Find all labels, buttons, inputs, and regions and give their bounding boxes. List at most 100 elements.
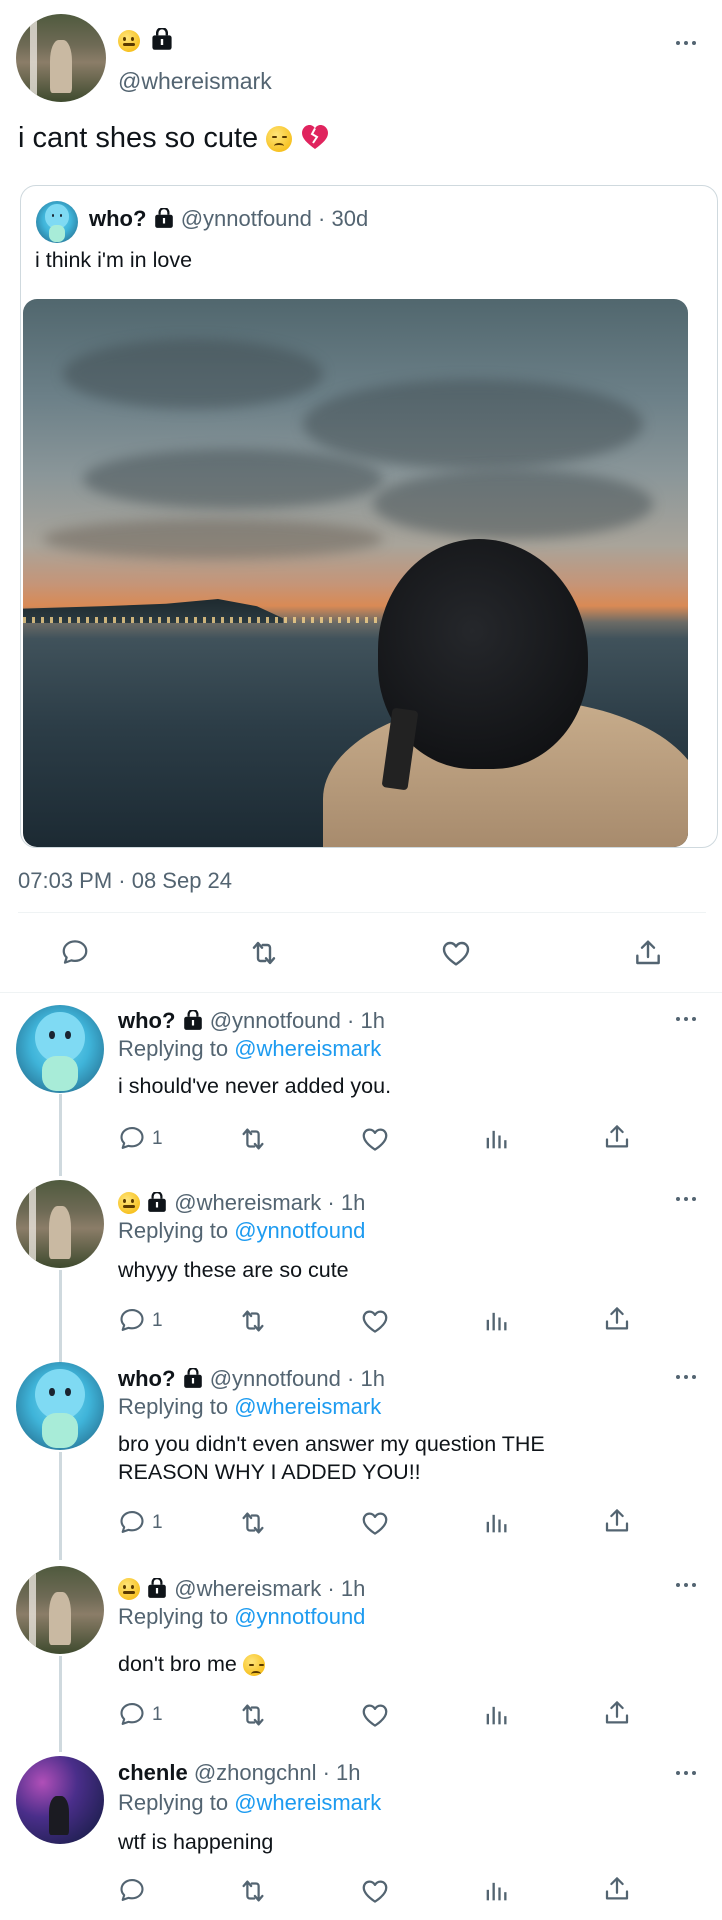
mending-heart-emoji-icon bbox=[302, 125, 329, 149]
views-icon[interactable] bbox=[482, 1124, 510, 1154]
replying-to: Replying to @ynnotfound bbox=[118, 1218, 366, 1243]
views-icon[interactable] bbox=[482, 1700, 510, 1730]
reply-age: · 1h bbox=[347, 1008, 385, 1033]
reply-avatar[interactable] bbox=[16, 1362, 104, 1450]
retweet-icon[interactable] bbox=[238, 1124, 268, 1154]
reply-icon[interactable] bbox=[60, 937, 90, 967]
lock-icon bbox=[150, 28, 174, 50]
thread-line bbox=[59, 1094, 62, 1176]
like-heart-icon[interactable] bbox=[360, 1508, 390, 1538]
reply-icon[interactable] bbox=[118, 1876, 146, 1904]
like-heart-icon[interactable] bbox=[360, 1700, 390, 1730]
replying-to-link[interactable]: @whereismark bbox=[234, 1036, 381, 1061]
retweet-icon[interactable] bbox=[238, 1700, 268, 1730]
reply-author-handle[interactable]: @zhongchnl bbox=[194, 1760, 317, 1785]
reply-age: · 1h bbox=[327, 1576, 366, 1601]
retweet-icon[interactable] bbox=[238, 1876, 268, 1906]
thread-line bbox=[59, 1452, 62, 1560]
zipper-face-emoji-icon bbox=[118, 1192, 140, 1214]
zipper-face-emoji-icon bbox=[118, 30, 140, 52]
like-heart-icon[interactable] bbox=[360, 1306, 390, 1336]
views-icon[interactable] bbox=[482, 1306, 510, 1336]
reply-icon[interactable] bbox=[118, 1306, 146, 1334]
thread-line bbox=[59, 1270, 62, 1370]
more-options-icon[interactable] bbox=[676, 1372, 700, 1382]
share-icon[interactable] bbox=[602, 1122, 632, 1152]
reply-header: who? @ynnotfound · 1h bbox=[118, 1366, 385, 1392]
replying-to: Replying to @whereismark bbox=[118, 1394, 382, 1419]
replying-to-link[interactable]: @whereismark bbox=[234, 1394, 381, 1419]
reply-age: · 1h bbox=[327, 1190, 366, 1215]
reply-icon[interactable] bbox=[118, 1700, 146, 1728]
reply-header: who? @ynnotfound · 1h bbox=[118, 1008, 385, 1034]
lock-icon bbox=[153, 208, 175, 228]
replying-to: Replying to @whereismark bbox=[118, 1790, 382, 1815]
quoted-author-name: who? bbox=[89, 206, 147, 231]
replying-to: Replying to @whereismark bbox=[118, 1036, 382, 1061]
post-timestamp: 07:03 PM · 08 Sep 24 bbox=[18, 868, 233, 893]
like-heart-icon[interactable] bbox=[440, 937, 472, 969]
reply-author-name[interactable]: who? bbox=[118, 1366, 175, 1391]
lock-icon bbox=[146, 1578, 168, 1598]
quoted-post-photo[interactable] bbox=[23, 299, 688, 847]
lock-icon bbox=[146, 1192, 168, 1212]
reply-author-handle[interactable]: @ynnotfound bbox=[210, 1008, 341, 1033]
quoted-post-age: · 30d bbox=[318, 206, 369, 231]
share-icon[interactable] bbox=[602, 1304, 632, 1334]
reply-avatar[interactable] bbox=[16, 1566, 104, 1654]
reply-count: 1 bbox=[152, 1128, 163, 1149]
thread-line bbox=[59, 1656, 62, 1752]
share-icon[interactable] bbox=[602, 1698, 632, 1728]
reply-count: 1 bbox=[152, 1310, 163, 1331]
retweet-icon[interactable] bbox=[248, 937, 280, 969]
lock-icon bbox=[182, 1368, 204, 1388]
author-avatar[interactable] bbox=[16, 14, 106, 102]
reply-age: · 1h bbox=[347, 1366, 385, 1391]
reply-age: · 1h bbox=[322, 1760, 361, 1785]
retweet-icon[interactable] bbox=[238, 1306, 268, 1336]
replying-to-link[interactable]: @ynnotfound bbox=[234, 1604, 365, 1629]
reply-count: 1 bbox=[152, 1704, 163, 1725]
like-heart-icon[interactable] bbox=[360, 1124, 390, 1154]
more-options-icon[interactable] bbox=[676, 1014, 700, 1024]
reply-avatar[interactable] bbox=[16, 1005, 104, 1093]
disappointed-face-emoji-icon bbox=[266, 126, 293, 152]
more-options-icon[interactable] bbox=[676, 38, 700, 48]
reply-author-handle[interactable]: @whereismark bbox=[174, 1576, 321, 1601]
reply-text: wtf is happening bbox=[118, 1830, 274, 1854]
reply-author-handle[interactable]: @ynnotfound bbox=[210, 1366, 341, 1391]
retweet-icon[interactable] bbox=[238, 1508, 268, 1538]
quoted-author-avatar bbox=[36, 201, 78, 243]
reply-author-name[interactable]: who? bbox=[118, 1008, 175, 1033]
views-icon[interactable] bbox=[482, 1508, 510, 1538]
lock-icon bbox=[182, 1010, 204, 1030]
replying-to-link[interactable]: @ynnotfound bbox=[234, 1218, 365, 1243]
quoted-post-card[interactable]: who? @ynnotfound · 30d i think i'm in lo… bbox=[20, 185, 718, 848]
reply-header: chenle @zhongchnl · 1h bbox=[118, 1760, 361, 1786]
quoted-author-handle: @ynnotfound bbox=[180, 206, 312, 231]
views-icon[interactable] bbox=[482, 1876, 510, 1906]
more-options-icon[interactable] bbox=[676, 1580, 700, 1590]
reply-icon[interactable] bbox=[118, 1124, 146, 1152]
share-icon[interactable] bbox=[602, 1506, 632, 1536]
reply-author-name[interactable]: chenle bbox=[118, 1760, 188, 1785]
like-heart-icon[interactable] bbox=[360, 1876, 390, 1906]
reply-header: @whereismark · 1h bbox=[118, 1576, 365, 1602]
replying-to-link[interactable]: @whereismark bbox=[234, 1790, 381, 1815]
reply-text: i should've never added you. bbox=[118, 1074, 392, 1098]
divider bbox=[18, 912, 706, 913]
reply-avatar[interactable] bbox=[16, 1756, 104, 1844]
replying-to: Replying to @ynnotfound bbox=[118, 1604, 366, 1629]
more-options-icon[interactable] bbox=[676, 1768, 700, 1778]
reply-header: @whereismark · 1h bbox=[118, 1190, 365, 1216]
quoted-post-text: i think i'm in love bbox=[35, 248, 193, 272]
reply-text: bro you didn't even answer my question T… bbox=[118, 1432, 545, 1484]
reply-avatar[interactable] bbox=[16, 1180, 104, 1268]
more-options-icon[interactable] bbox=[676, 1194, 700, 1204]
share-icon[interactable] bbox=[602, 1874, 632, 1904]
reply-icon[interactable] bbox=[118, 1508, 146, 1536]
reply-author-handle[interactable]: @whereismark bbox=[174, 1190, 321, 1215]
post-text: i cant shes so cute bbox=[18, 122, 330, 155]
author-handle[interactable]: @whereismark bbox=[118, 68, 272, 95]
share-icon[interactable] bbox=[632, 937, 664, 969]
